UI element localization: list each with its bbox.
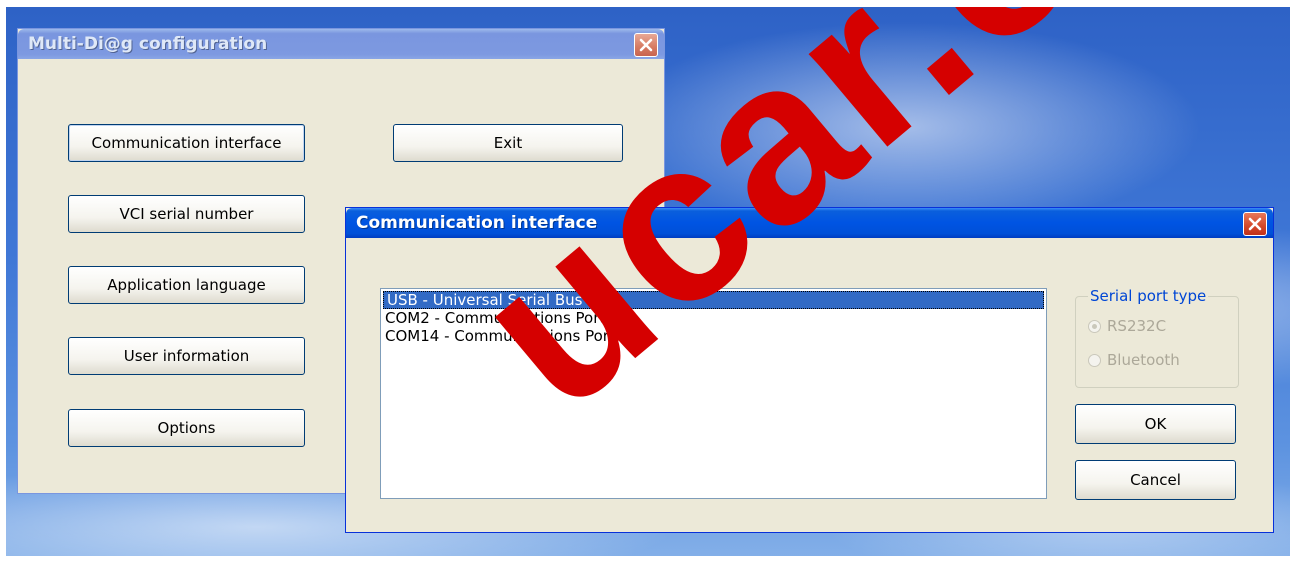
radio-rs232c-label: RS232C [1107,317,1167,335]
close-icon [1248,217,1262,231]
options-button[interactable]: Options [68,409,305,447]
dialog-titlebar[interactable]: Communication interface [346,208,1273,238]
user-information-button[interactable]: User information [68,337,305,375]
vci-serial-number-button[interactable]: VCI serial number [68,195,305,233]
list-item[interactable]: COM14 - Communications Port [381,327,1046,345]
desktop-background: Multi-Di@g configuration Communication i… [6,7,1290,556]
application-language-button[interactable]: Application language [68,266,305,304]
interface-listbox[interactable]: USB - Universal Serial Bus COM2 - Commun… [380,288,1047,499]
radio-selected-icon [1088,319,1101,333]
communication-interface-button[interactable]: Communication interface [68,124,305,162]
ok-button[interactable]: OK [1075,404,1236,444]
communication-interface-dialog: Communication interface USB - Universal … [345,207,1274,533]
main-window-close-button[interactable] [634,33,658,57]
dialog-title: Communication interface [356,213,598,233]
radio-bluetooth-label: Bluetooth [1107,351,1180,369]
main-window-title: Multi-Di@g configuration [28,34,268,54]
serial-port-type-title: Serial port type [1088,287,1209,305]
radio-bluetooth[interactable]: Bluetooth [1088,351,1180,369]
radio-rs232c[interactable]: RS232C [1088,317,1166,335]
exit-button[interactable]: Exit [393,124,623,162]
serial-port-type-group: Serial port type RS232C Bluetooth [1075,287,1239,388]
dialog-close-button[interactable] [1243,212,1267,236]
close-icon [639,38,653,52]
main-window-titlebar[interactable]: Multi-Di@g configuration [18,29,664,59]
list-item[interactable]: COM2 - Communications Port [381,309,1046,327]
list-item[interactable]: USB - Universal Serial Bus [383,291,1044,309]
cancel-button[interactable]: Cancel [1075,460,1236,500]
radio-unselected-icon [1088,353,1101,367]
